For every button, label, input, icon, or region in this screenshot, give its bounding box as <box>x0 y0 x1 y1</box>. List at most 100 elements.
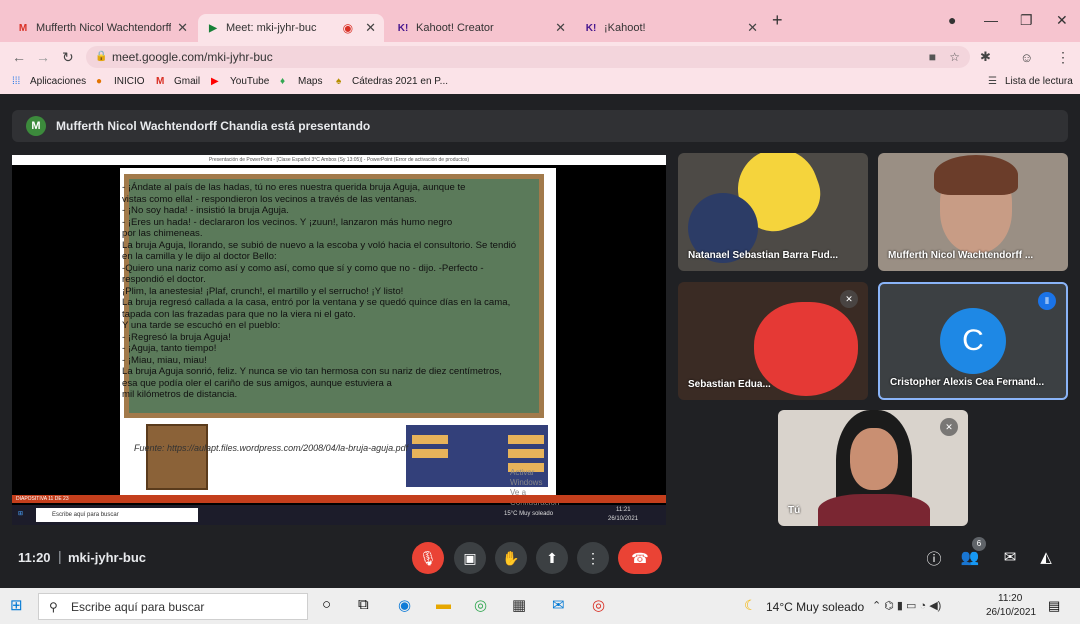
taskbar-time[interactable]: 11:20 <box>998 593 1022 604</box>
inner-weather: 15°C Muy soleado <box>504 511 554 517</box>
info-icon[interactable]: ⓘ <box>922 548 946 570</box>
mic-toggle-button[interactable]: 🎙 <box>412 542 444 574</box>
activities-icon[interactable]: ◭ <box>1034 548 1058 570</box>
slide-text: - ¡Ándate al país de las hadas, tú no er… <box>122 182 517 400</box>
close-window-button[interactable]: ✕ <box>1056 12 1068 29</box>
participant-tile[interactable]: Natanael Sebastian Barra Fud... <box>678 153 868 271</box>
participant-tile[interactable]: C ⦀ Cristopher Alexis Cea Fernand... <box>878 282 1068 400</box>
tab-gmail[interactable]: M Mufferth Nicol Wachtendorff Ch ✕ <box>8 14 196 42</box>
source-link: Fuente: https://aulapt.files.wordpress.c… <box>134 443 409 453</box>
mic-off-icon: ✕ <box>840 290 858 308</box>
presenter-banner: M Mufferth Nicol Wachtendorff Chandia es… <box>12 110 1068 142</box>
maps-icon: ♦ <box>280 76 286 87</box>
task-view-icon[interactable]: ⧉ <box>358 596 369 613</box>
windows-start-icon[interactable]: ⊞ <box>10 596 23 614</box>
avatar: C <box>940 308 1006 374</box>
restore-button[interactable]: ❐ <box>1020 12 1033 29</box>
store-icon[interactable]: ▦ <box>512 596 526 614</box>
bookmark-item[interactable]: Gmail <box>174 76 200 87</box>
youtube-icon: ▶ <box>211 76 219 87</box>
new-tab-button[interactable]: + <box>772 10 783 31</box>
file-explorer-icon[interactable]: ▬ <box>436 596 451 613</box>
kahoot-icon: K! <box>397 22 409 34</box>
mic-off-icon: ✕ <box>940 418 958 436</box>
bookmark-item[interactable]: YouTube <box>230 76 269 87</box>
tray-icons[interactable]: ⌃ ⌬ ▮ ▭ ◔ ◀) <box>872 599 941 612</box>
tab-kahoot[interactable]: K! ¡Kahoot! ✕ <box>576 14 766 42</box>
mic-off-icon: 🎙 <box>419 549 437 566</box>
present-button[interactable]: ⬆ <box>536 542 568 574</box>
tab-meet[interactable]: ▶ Meet: mki-jyhr-buc ◉ ✕ <box>198 14 384 42</box>
windows-icon: ⊞ <box>18 511 24 517</box>
presenter-avatar: M <box>26 116 46 136</box>
camera-icon: ▣ <box>463 549 477 566</box>
extensions-icon[interactable]: ✱ <box>980 49 991 65</box>
apps-grid-icon: ⁞⁞⁞ <box>12 76 21 87</box>
participant-tile[interactable]: Mufferth Nicol Wachtendorff ... <box>878 153 1068 271</box>
close-icon[interactable]: ✕ <box>365 20 376 36</box>
url-input[interactable]: 🔒 meet.google.com/mki-jyhr-buc ■ ☆ <box>86 46 970 68</box>
inner-search: Escribe aquí para buscar <box>36 508 198 522</box>
bookmark-item[interactable]: Cátedras 2021 en P... <box>352 76 448 87</box>
edge-icon[interactable]: ◉ <box>398 596 411 614</box>
search-icon: ⚲ <box>49 600 58 614</box>
leave-call-button[interactable]: ☎ <box>618 542 662 574</box>
bookmark-star-icon[interactable]: ☆ <box>949 46 960 68</box>
bookmark-item[interactable]: Maps <box>298 76 322 87</box>
cortana-icon[interactable]: ○ <box>322 596 331 613</box>
taskbar-search-input[interactable]: ⚲ Escribe aquí para buscar <box>38 593 308 620</box>
people-icon[interactable]: 👥 <box>958 548 982 570</box>
chat-icon[interactable]: ✉ <box>998 548 1022 570</box>
forward-icon[interactable]: → <box>36 49 50 65</box>
inner-taskbar: ⊞ Escribe aquí para buscar 15°C Muy sole… <box>12 505 666 525</box>
mail-icon[interactable]: ✉ <box>552 596 565 614</box>
reload-icon[interactable]: ↻ <box>62 49 74 66</box>
more-options-button[interactable]: ⋮ <box>577 542 609 574</box>
profile-avatar-icon[interactable]: ☺ <box>1020 50 1033 65</box>
ppt-slide: - ¡Ándate al país de las hadas, tú no er… <box>120 168 559 527</box>
meeting-time: 11:20 <box>18 550 51 565</box>
more-vert-icon: ⋮ <box>586 549 600 566</box>
inner-time: 11:21 <box>616 507 631 513</box>
taskbar-weather[interactable]: 14°C Muy soleado <box>766 600 864 614</box>
chrome-icon[interactable]: ◎ <box>474 596 487 614</box>
gmail-icon: M <box>18 22 28 34</box>
hand-icon: ✋ <box>502 549 520 566</box>
notification-icon[interactable]: ▤ <box>1048 598 1060 614</box>
bookshelf-illustration <box>146 424 208 490</box>
hang-up-icon: ☎ <box>631 549 649 566</box>
camera-icon[interactable]: ■ <box>929 46 936 68</box>
inner-date: 26/10/2021 <box>608 516 639 522</box>
bookmarks-bar: ⁞⁞⁞ Aplicaciones ● INICIO M Gmail ▶ YouT… <box>0 72 1080 94</box>
bookmark-icon: ● <box>96 76 103 87</box>
tab-kahoot-creator[interactable]: K! Kahoot! Creator ✕ <box>388 14 574 42</box>
bookmark-item[interactable]: Aplicaciones <box>30 76 86 87</box>
browser-tab-strip: M Mufferth Nicol Wachtendorff Ch ✕ ▶ Mee… <box>0 0 1080 42</box>
close-icon[interactable]: ✕ <box>747 20 758 36</box>
camera-toggle-button[interactable]: ▣ <box>454 542 486 574</box>
people-count-badge: 6 <box>972 537 986 551</box>
participant-tile[interactable]: ✕ Sebastian Edua... <box>678 282 868 400</box>
menu-icon[interactable]: ⋮ <box>1056 49 1070 66</box>
minimize-button[interactable]: — <box>984 12 998 28</box>
shared-screen: Presentación de PowerPoint - [Clase Espa… <box>12 155 666 527</box>
weather-icon: ☾ <box>744 597 757 613</box>
reading-list-icon: ☰ <box>988 76 997 87</box>
present-icon: ⬆ <box>546 549 558 566</box>
reading-list-button[interactable]: Lista de lectura <box>1005 76 1073 87</box>
close-icon[interactable]: ✕ <box>555 20 566 36</box>
bookmark-item[interactable]: INICIO <box>114 76 145 87</box>
raise-hand-button[interactable]: ✋ <box>495 542 527 574</box>
kahoot-icon: K! <box>585 22 597 34</box>
lock-icon: 🔒 <box>95 51 108 62</box>
ppt-status-bar: DIAPOSITIVA 11 DE 23 <box>12 495 666 503</box>
back-icon[interactable]: ← <box>12 49 26 65</box>
chrome-profile-icon[interactable]: ◎ <box>592 596 605 614</box>
meet-icon: ▶ <box>209 22 217 34</box>
taskbar-date[interactable]: 26/10/2021 <box>986 607 1036 618</box>
tab-search-icon[interactable]: ● <box>948 12 956 28</box>
recording-icon: ◉ <box>342 21 354 35</box>
bookmark-icon: ♠ <box>336 76 342 87</box>
close-icon[interactable]: ✕ <box>177 20 188 36</box>
participant-tile-self[interactable]: ✕ Tú <box>778 410 968 526</box>
